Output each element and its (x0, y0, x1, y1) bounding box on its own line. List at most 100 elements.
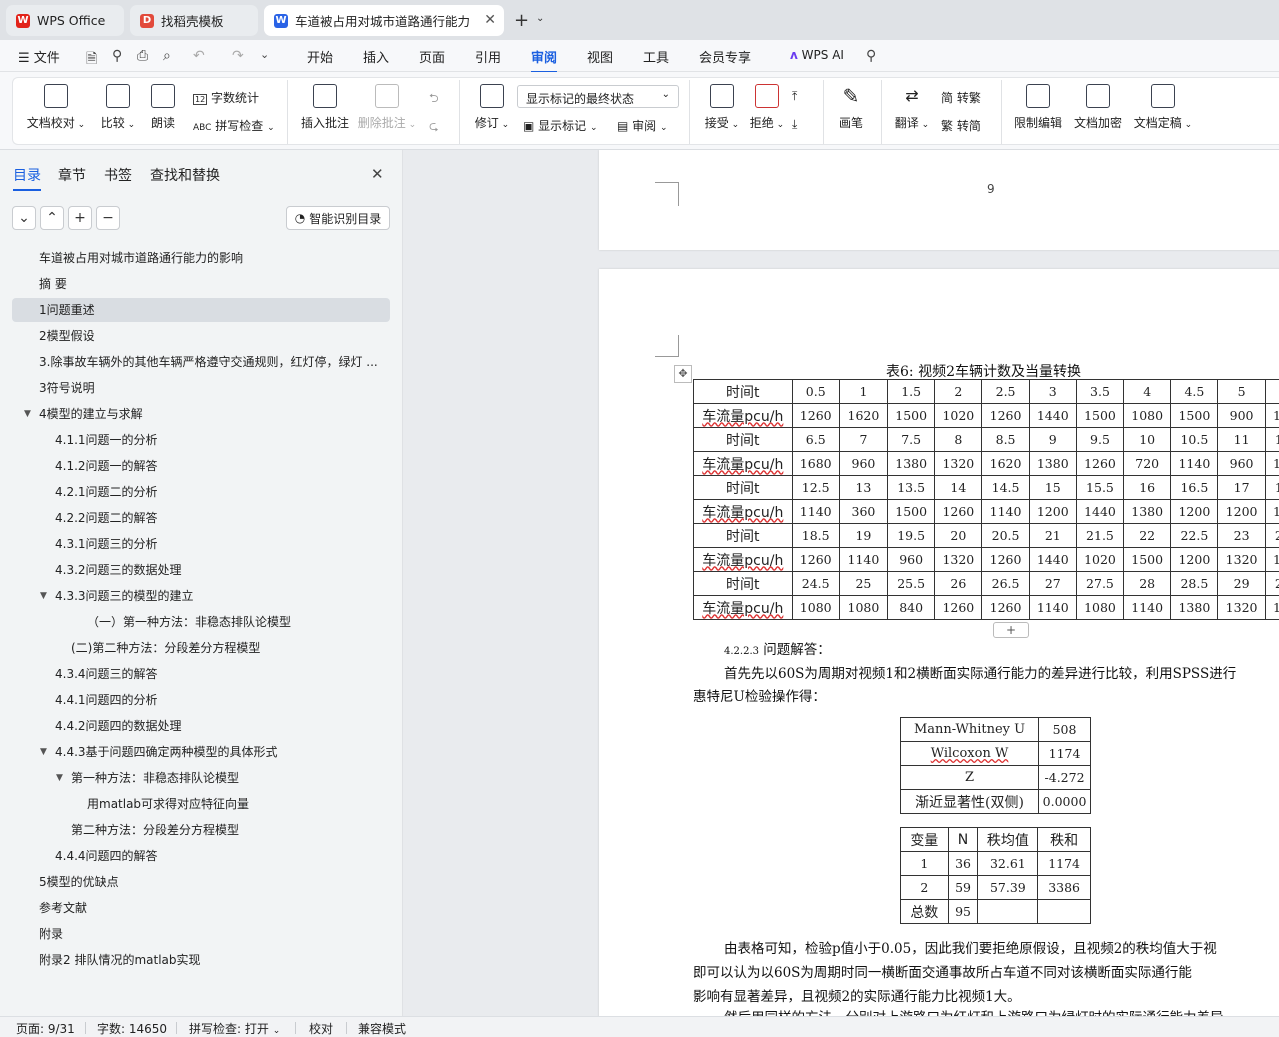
remove-heading-icon[interactable]: − (96, 206, 120, 230)
toc-item[interactable]: 3符号说明 (39, 376, 390, 400)
to-traditional-button[interactable]: 简 转繁 (941, 89, 981, 106)
tab-bookmarks[interactable]: 书签 (104, 165, 132, 185)
toc-item[interactable]: 2模型假设 (39, 324, 390, 348)
menu-start[interactable]: 开始 (307, 47, 333, 66)
table-move-handle-icon[interactable]: ✥ (674, 365, 692, 383)
toc-item[interactable]: (二)第二种方法：分段差分方程模型 (71, 636, 390, 660)
prev-comment-icon[interactable]: ⮌ (429, 89, 439, 110)
table-cell: 23 (1217, 523, 1266, 548)
revise-button[interactable]: 修订 ⌄ (462, 84, 522, 131)
table-row: 时间t 24.52525.52626.52727.52828.52929.5 (693, 571, 1279, 596)
add-row-icon[interactable]: + (993, 622, 1029, 638)
toc-item[interactable]: （一）第一种方法：非稳态排队论模型 (87, 610, 390, 634)
table-cell: 22 (1123, 523, 1172, 548)
toc-item[interactable]: 4.3.1问题三的分析 (55, 532, 390, 556)
more-icon[interactable]: ⌄ (260, 48, 269, 61)
tab-find-replace[interactable]: 查找和替换 (150, 165, 220, 185)
table-cell: 840 (887, 595, 936, 620)
word-count-button[interactable]: 12 字数统计 (193, 89, 259, 106)
toc-item[interactable]: 4模型的建立与求解 (39, 402, 390, 426)
review-pane-button[interactable]: ▤ 审阅 ⌄ (617, 117, 668, 134)
toc-item[interactable]: 4.4.4问题四的解答 (55, 844, 390, 868)
toc-item[interactable]: 4.2.1问题二的分析 (55, 480, 390, 504)
toc-item[interactable]: 附录 (39, 922, 390, 946)
toc-item[interactable]: 参考文献 (39, 896, 390, 920)
menu-review[interactable]: 审阅 (531, 47, 558, 73)
next-change-icon[interactable]: ⤓ (792, 117, 797, 132)
markup-state-select[interactable]: 显示标记的最终状态 ⌄ (517, 85, 679, 108)
tab-toc[interactable]: 目录 (13, 165, 41, 191)
save-icon[interactable]: 🗎 (86, 48, 97, 72)
toc-item[interactable]: 4.4.1问题四的分析 (55, 688, 390, 712)
redo-icon[interactable]: ↷ (232, 48, 244, 64)
read-aloud-button[interactable]: 朗读 (133, 84, 193, 131)
toc-item[interactable]: 3.除事故车辆外的其他车辆严格遵守交通规则，红灯停，绿灯 ... (39, 350, 390, 374)
toc-item[interactable]: 4.3.4问题三的解答 (55, 662, 390, 686)
pen-button[interactable]: ✎ 画笔 (821, 84, 881, 131)
toc-item[interactable]: 车道被占用对城市道路通行能力的影响 (39, 246, 390, 270)
undo-icon[interactable]: ↶ (193, 48, 205, 64)
wps-ai-button[interactable]: ᴧ WPS AI (790, 48, 844, 62)
expand-toggle-icon[interactable]: ▼ (40, 591, 47, 601)
tab-document[interactable]: W 车道被占用对城市道路通行能力 ✕ (264, 5, 504, 36)
encrypt-doc-button[interactable]: 文档加密 (1068, 84, 1128, 131)
tab-sections[interactable]: 章节 (58, 165, 86, 185)
delete-comment-button[interactable]: 删除批注 ⌄ (357, 84, 417, 131)
reject-button[interactable]: 拒绝 ⌄ (737, 84, 797, 131)
toc-item[interactable]: 用matlab可求得对应特征向量 (87, 792, 390, 816)
menu-reference[interactable]: 引用 (475, 47, 501, 66)
insert-comment-button[interactable]: 插入批注 (295, 84, 355, 131)
print-preview-icon[interactable]: ⌕ (163, 48, 171, 64)
expand-toggle-icon[interactable]: ▼ (56, 773, 63, 783)
toc-item[interactable]: 1问题重述 (12, 298, 390, 322)
chevron-down-icon[interactable]: ⌄ (536, 13, 544, 24)
spell-check-button[interactable]: ABC 拼写检查 ⌄ (193, 117, 275, 134)
menu-view[interactable]: 视图 (587, 47, 613, 66)
file-menu[interactable]: ☰ 文件 (18, 47, 60, 66)
menu-tools[interactable]: 工具 (643, 47, 669, 66)
toc-item[interactable]: 4.4.2问题四的数据处理 (55, 714, 390, 738)
toc-item[interactable]: 4.3.2问题三的数据处理 (55, 558, 390, 582)
toc-item[interactable]: 4.4.3基于问题四确定两种模型的具体形式 (55, 740, 390, 764)
finalize-doc-button[interactable]: 文档定稿 ⌄ (1131, 84, 1195, 131)
expand-toggle-icon[interactable]: ▼ (40, 747, 47, 757)
link-icon[interactable]: ⚲ (112, 48, 122, 64)
new-tab-icon[interactable]: + (514, 10, 529, 31)
proofread-status[interactable]: 校对 (309, 1020, 333, 1037)
smart-toc-button[interactable]: ◔ 智能识别目录 (286, 206, 390, 230)
tab-wps-office[interactable]: W WPS Office (6, 5, 124, 36)
show-markup-button[interactable]: ▣ 显示标记 ⌄ (523, 117, 598, 134)
print-icon[interactable]: ⎙ (137, 48, 148, 64)
prev-change-icon[interactable]: ⤒ (792, 89, 797, 104)
table-cell: 1.5 (887, 379, 936, 404)
add-heading-icon[interactable]: + (68, 206, 92, 230)
to-simplified-button[interactable]: 繁 转简 (941, 117, 981, 134)
collapse-up-icon[interactable]: ⌃ (40, 206, 64, 230)
translate-button[interactable]: ⇄ 翻译 ⌄ (882, 84, 942, 131)
toc-item[interactable]: 摘 要 (39, 272, 390, 296)
menu-insert[interactable]: 插入 (363, 47, 389, 66)
toc-item[interactable]: 4.1.2问题一的解答 (55, 454, 390, 478)
toc-item[interactable]: 5模型的优缺点 (39, 870, 390, 894)
spell-check-status[interactable]: 拼写检查: 打开 ⌄ (189, 1020, 280, 1037)
page-indicator[interactable]: 页面: 9/31 (16, 1020, 75, 1037)
restrict-edit-button[interactable]: 限制编辑 (1008, 84, 1068, 131)
tab-template[interactable]: D 找稻壳模板 (130, 5, 258, 36)
writer-logo-icon: W (274, 13, 288, 28)
close-tab-icon[interactable]: ✕ (484, 12, 496, 28)
expand-toggle-icon[interactable]: ▼ (24, 409, 31, 419)
toc-item[interactable]: 附录2 排队情况的matlab实现 (39, 948, 390, 972)
toc-item[interactable]: 第一种方法：非稳态排队论模型 (71, 766, 390, 790)
menu-member[interactable]: 会员专享 (699, 47, 751, 66)
word-count-indicator[interactable]: 字数: 14650 (97, 1020, 167, 1037)
toc-item[interactable]: 4.2.2问题二的解答 (55, 506, 390, 530)
close-pane-icon[interactable]: ✕ (371, 165, 384, 183)
search-icon[interactable]: ⚲ (866, 48, 876, 64)
toc-item[interactable]: 4.3.3问题三的模型的建立 (55, 584, 390, 608)
next-comment-icon[interactable]: ⮎ (429, 117, 439, 138)
menu-page[interactable]: 页面 (419, 47, 445, 66)
collapse-down-icon[interactable]: ⌄ (12, 206, 36, 230)
toc-item[interactable]: 4.1.1问题一的分析 (55, 428, 390, 452)
toc-item[interactable]: 第二种方法：分段差分方程模型 (71, 818, 390, 842)
proofread-button[interactable]: 文档校对 ⌄ (26, 84, 86, 131)
